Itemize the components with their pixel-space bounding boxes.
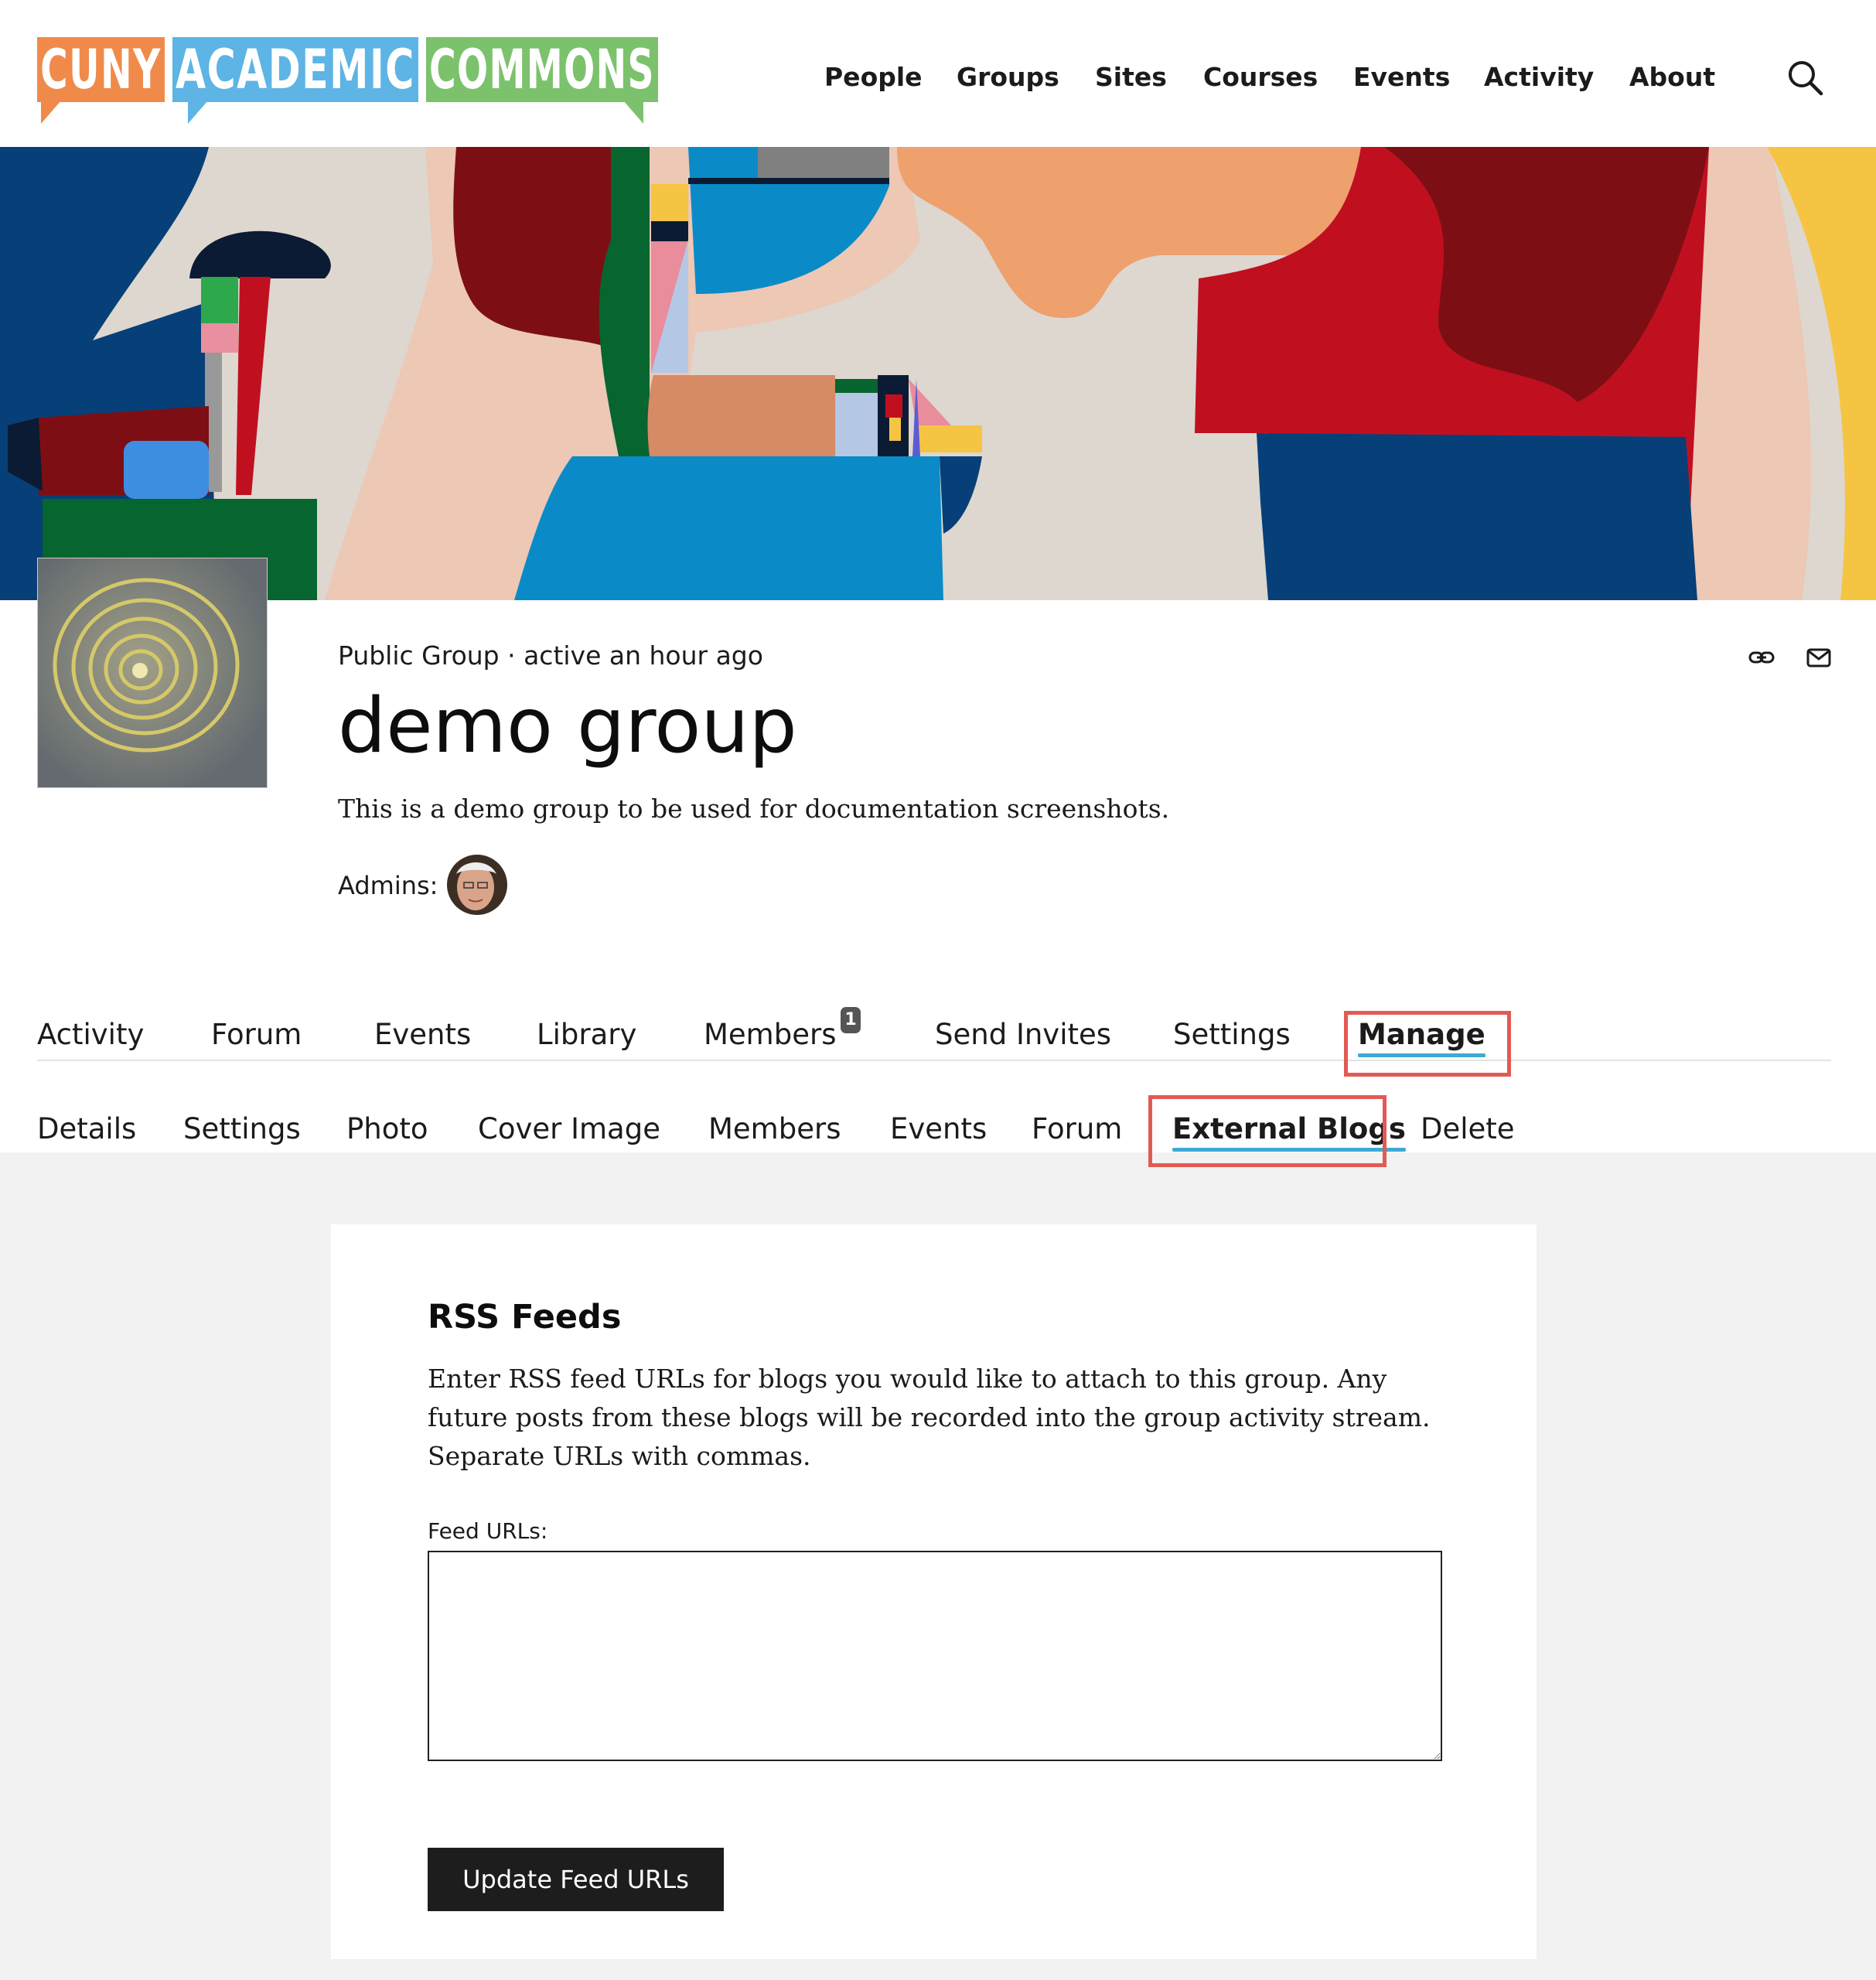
logo-word-cuny: CUNY xyxy=(40,38,162,101)
subtab-cover-image[interactable]: Cover Image xyxy=(478,1112,660,1145)
tab-events[interactable]: Events xyxy=(374,1018,471,1051)
logo-tail-academic xyxy=(188,101,208,124)
feed-urls-textarea[interactable] xyxy=(428,1551,1442,1761)
subtab-photo[interactable]: Photo xyxy=(346,1112,428,1145)
external-blogs-highlight-box xyxy=(1148,1095,1387,1167)
rss-feeds-help-text: Enter RSS feed URLs for blogs you would … xyxy=(428,1364,1431,1471)
group-meta: Public Group · active an hour ago xyxy=(338,640,763,671)
tab-library[interactable]: Library xyxy=(537,1018,636,1051)
manage-highlight-box xyxy=(1344,1011,1511,1077)
subtab-forum[interactable]: Forum xyxy=(1032,1112,1122,1145)
link-icon[interactable] xyxy=(1748,644,1775,671)
rss-feeds-heading: RSS Feeds xyxy=(428,1298,622,1336)
nav-groups[interactable]: Groups xyxy=(957,62,1059,92)
subtab-members[interactable]: Members xyxy=(708,1112,841,1145)
nav-events[interactable]: Events xyxy=(1353,62,1450,92)
search-icon[interactable] xyxy=(1786,59,1823,96)
logo-word-academic: ACADEMIC xyxy=(176,38,415,101)
tab-settings[interactable]: Settings xyxy=(1173,1018,1291,1051)
subtab-delete[interactable]: Delete xyxy=(1421,1112,1515,1145)
tab-members[interactable]: Members xyxy=(704,1018,836,1051)
logo-tail-cuny xyxy=(41,101,61,124)
tab-forum[interactable]: Forum xyxy=(211,1018,302,1051)
rss-feeds-panel: RSS Feeds Enter RSS feed URLs for blogs … xyxy=(331,1224,1537,1959)
group-tabs: Activity Forum Events Library Members 1 … xyxy=(37,1007,1831,1061)
update-feed-urls-button[interactable]: Update Feed URLs xyxy=(428,1848,724,1911)
tab-activity[interactable]: Activity xyxy=(37,1018,144,1051)
admin-avatar[interactable] xyxy=(447,855,507,915)
group-avatar xyxy=(37,558,268,788)
members-count-badge: 1 xyxy=(841,1007,861,1033)
nav-people[interactable]: People xyxy=(824,62,923,92)
admins-label: Admins: xyxy=(338,871,438,900)
nav-courses[interactable]: Courses xyxy=(1203,62,1318,92)
subtab-events[interactable]: Events xyxy=(890,1112,987,1145)
logo-tail-commons xyxy=(623,101,643,124)
logo-word-commons: COMMONS xyxy=(429,38,655,101)
mail-icon[interactable] xyxy=(1805,644,1833,671)
tab-send-invites[interactable]: Send Invites xyxy=(935,1018,1111,1051)
nav-activity[interactable]: Activity xyxy=(1484,62,1594,92)
group-description: This is a demo group to be used for docu… xyxy=(338,794,1170,824)
subtab-settings[interactable]: Settings xyxy=(183,1112,301,1145)
group-title: demo group xyxy=(338,682,797,770)
group-cover-image xyxy=(0,147,1876,600)
feed-urls-label: Feed URLs: xyxy=(428,1518,548,1544)
subtab-details[interactable]: Details xyxy=(37,1112,136,1145)
site-header: CUNY ACADEMIC COMMONS People Groups Site… xyxy=(0,0,1876,147)
nav-about[interactable]: About xyxy=(1629,62,1715,92)
nav-sites[interactable]: Sites xyxy=(1095,62,1167,92)
